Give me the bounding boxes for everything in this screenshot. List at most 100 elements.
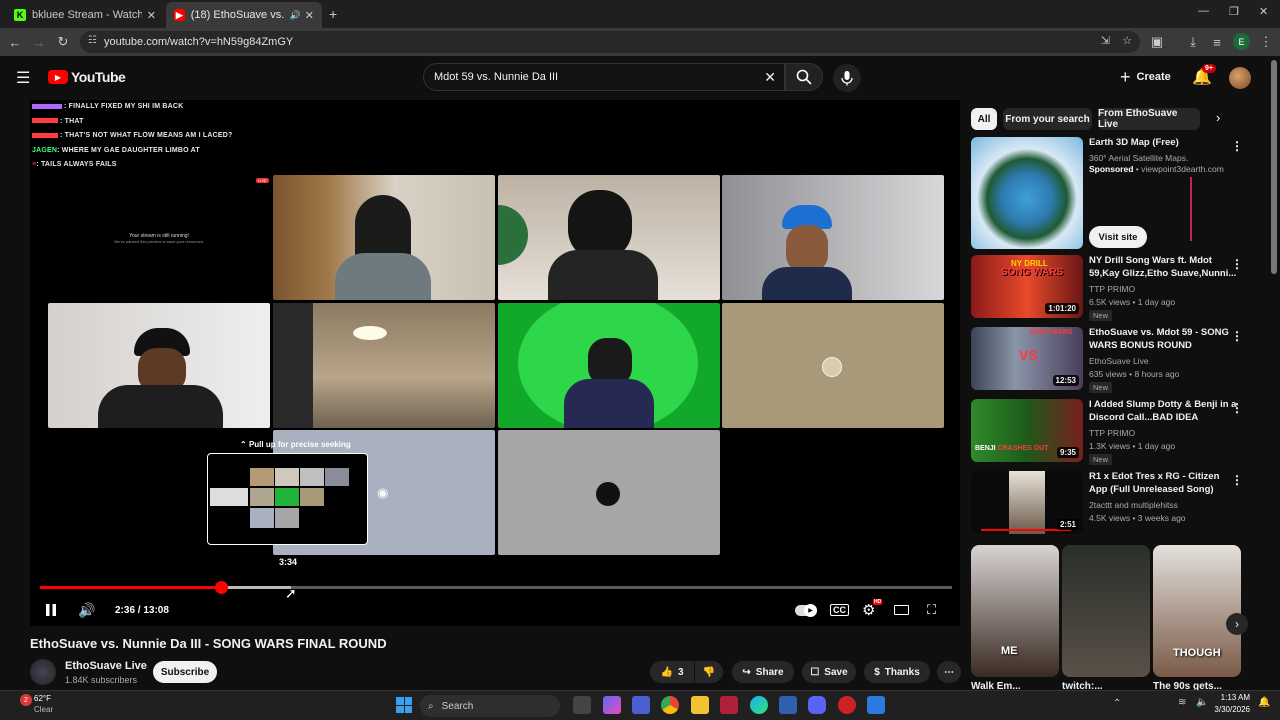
clear-search-icon[interactable]: ✕ [764, 69, 776, 86]
rec-channel[interactable]: TTP PRIMO [1089, 426, 1135, 440]
search-input[interactable]: Mdot 59 vs. Nunnie Da III ✕ [423, 63, 785, 91]
more-vertical-icon[interactable]: ⋮ [1231, 329, 1243, 343]
save-button[interactable]: ☐ Save [802, 661, 856, 683]
more-vertical-icon[interactable]: ⋮ [1231, 401, 1243, 415]
rec-title[interactable]: EthoSuave vs. Mdot 59 - SONG WARS BONUS … [1089, 327, 1239, 352]
channel-name[interactable]: EthoSuave Live [65, 660, 147, 672]
video-thumbnail[interactable]: NY DRILL SONG WARS 1:01:20 [971, 255, 1083, 318]
media-controls-icon[interactable]: ≡ [1208, 33, 1226, 51]
reload-icon[interactable]: ↻ [54, 33, 72, 51]
fullscreen-icon[interactable]: ⛶ [927, 600, 936, 620]
rec-channel[interactable]: TTP PRIMO [1089, 282, 1135, 296]
url-bar[interactable]: ☷ youtube.com/watch?v=hN59g84ZmGY ⇲ ☆ [80, 31, 1140, 53]
back-icon[interactable]: ← [6, 33, 24, 51]
recommended-video[interactable]: BENJI CRASHES OUT 9:35 I Added Slump Dot… [970, 399, 1260, 465]
autoplay-toggle[interactable]: ▶ [795, 600, 817, 620]
speaker-icon[interactable]: 🔈 [1196, 697, 1208, 708]
progress-bar[interactable] [40, 586, 952, 589]
task-view-icon[interactable] [573, 696, 591, 714]
windows-start-icon[interactable] [396, 697, 412, 713]
speaker-icon[interactable]: 🔊 [290, 10, 301, 21]
clock-date[interactable]: 3/30/2026 [1210, 705, 1250, 714]
minimize-icon[interactable]: — [1198, 5, 1209, 17]
more-vertical-icon[interactable]: ⋮ [1231, 257, 1243, 271]
sidebar-panel-icon[interactable]: ▣ [1148, 33, 1166, 51]
pause-button[interactable] [44, 600, 58, 620]
store-icon[interactable] [779, 696, 797, 714]
account-avatar[interactable] [1229, 67, 1251, 89]
download-icon[interactable]: ⤓ [1184, 33, 1202, 51]
more-vertical-icon[interactable]: ⋮ [1231, 139, 1243, 153]
thanks-button[interactable]: $ Thanks [864, 661, 930, 683]
app-icon[interactable] [838, 696, 856, 714]
ad-title[interactable]: Earth 3D Map (Free) [1089, 137, 1239, 150]
profile-avatar[interactable]: E [1233, 33, 1250, 50]
adobe-icon[interactable] [720, 696, 738, 714]
clock-time[interactable]: 1:13 AM [1220, 693, 1250, 702]
tray-chevron-icon[interactable]: ⌃ [1113, 698, 1121, 709]
search-button[interactable] [785, 63, 823, 91]
dislike-button[interactable]: 👎 [695, 661, 723, 683]
video-thumbnail[interactable]: BENJI CRASHES OUT 9:35 [971, 399, 1083, 462]
rec-title[interactable]: R1 x Edot Tres x RG - Citizen App (Full … [1089, 471, 1239, 496]
chip-all[interactable]: All [971, 108, 997, 130]
video-thumbnail[interactable]: 2:51 [971, 471, 1083, 534]
video-thumbnail[interactable]: SONG WARS VS 12:53 [971, 327, 1083, 390]
close-tab-icon[interactable]: ✕ [147, 9, 156, 22]
theater-mode-icon[interactable] [894, 600, 909, 620]
more-vertical-icon[interactable]: ⋮ [1231, 473, 1243, 487]
rec-title[interactable]: NY Drill Song Wars ft. Mdot 59,Kay Glizz… [1089, 255, 1239, 280]
rec-channel[interactable]: 2tacttt and multiplehitss [1089, 498, 1178, 512]
create-button[interactable]: + Create [1120, 64, 1171, 90]
share-button[interactable]: ↪ Share [732, 661, 794, 683]
forward-icon[interactable]: → [30, 33, 48, 51]
volume-icon[interactable]: 🔊 [78, 600, 95, 620]
weather-alert-icon[interactable]: 2 [20, 694, 32, 706]
teams-icon[interactable] [632, 696, 650, 714]
app-icon[interactable] [867, 696, 885, 714]
chip-from-channel[interactable]: From EthoSuave Live [1098, 108, 1200, 130]
like-button[interactable]: 👍 3 [650, 661, 694, 683]
discord-icon[interactable] [808, 696, 826, 714]
chip-from-your-search[interactable]: From your search [1003, 108, 1092, 130]
weather-temp[interactable]: 62°F [34, 694, 51, 703]
browser-tab-kick[interactable]: K bkluee Stream - Watch Live on ✕ [6, 2, 164, 28]
install-app-icon[interactable]: ⇲ [1101, 34, 1110, 47]
bookmark-star-icon[interactable]: ☆ [1122, 34, 1132, 47]
chrome-icon[interactable] [661, 696, 679, 714]
subscribe-button[interactable]: Subscribe [153, 661, 217, 683]
page-scrollbar-thumb[interactable] [1271, 60, 1277, 274]
ad-thumbnail[interactable] [971, 137, 1083, 249]
close-window-icon[interactable]: ✕ [1259, 5, 1268, 18]
site-info-icon[interactable]: ☷ [88, 35, 97, 46]
chevron-right-icon[interactable]: › [1216, 110, 1220, 125]
wifi-icon[interactable]: ≋ [1178, 697, 1186, 708]
new-tab-icon[interactable]: + [329, 6, 337, 22]
scrubber-handle[interactable] [214, 581, 228, 594]
taskbar-search[interactable]: ⌕ Search [420, 695, 560, 717]
close-tab-icon[interactable]: ✕ [305, 9, 314, 22]
short-card[interactable] [1062, 545, 1150, 677]
edge-icon[interactable] [750, 696, 768, 714]
channel-avatar[interactable] [30, 659, 56, 685]
notification-center-icon[interactable]: 🔔 [1258, 697, 1270, 708]
restore-icon[interactable]: ❐ [1229, 5, 1239, 18]
more-actions-button[interactable]: ⋯ [937, 661, 961, 683]
sponsored-ad[interactable]: Earth 3D Map (Free) 360° Aerial Satellit… [970, 137, 1260, 249]
short-card[interactable]: THOUGH [1153, 545, 1241, 677]
hamburger-menu-icon[interactable]: ☰ [16, 68, 30, 88]
voice-search-button[interactable] [833, 64, 861, 92]
file-explorer-icon[interactable] [691, 696, 709, 714]
video-player[interactable]: : FINALLY FIXED MY SHI IM BACK : THAT : … [30, 100, 960, 626]
rec-channel[interactable]: EthoSuave Live [1089, 354, 1149, 368]
visit-site-button[interactable]: Visit site [1089, 226, 1147, 248]
recommended-video[interactable]: NY DRILL SONG WARS 1:01:20 NY Drill Song… [970, 255, 1260, 321]
recommended-video[interactable]: 2:51 R1 x Edot Tres x RG - Citizen App (… [970, 471, 1260, 537]
youtube-logo[interactable]: ▶ YouTube [48, 69, 126, 85]
captions-icon[interactable]: CC [830, 600, 849, 620]
short-card[interactable]: ME [971, 545, 1059, 677]
shorts-next-button[interactable]: › [1226, 613, 1248, 635]
rec-title[interactable]: I Added Slump Dotty & Benji in a Discord… [1089, 399, 1239, 424]
browser-tab-youtube[interactable]: ▶ (18) EthoSuave vs. Nunnie D 🔊 ✕ [166, 2, 322, 28]
copilot-icon[interactable] [603, 696, 621, 714]
